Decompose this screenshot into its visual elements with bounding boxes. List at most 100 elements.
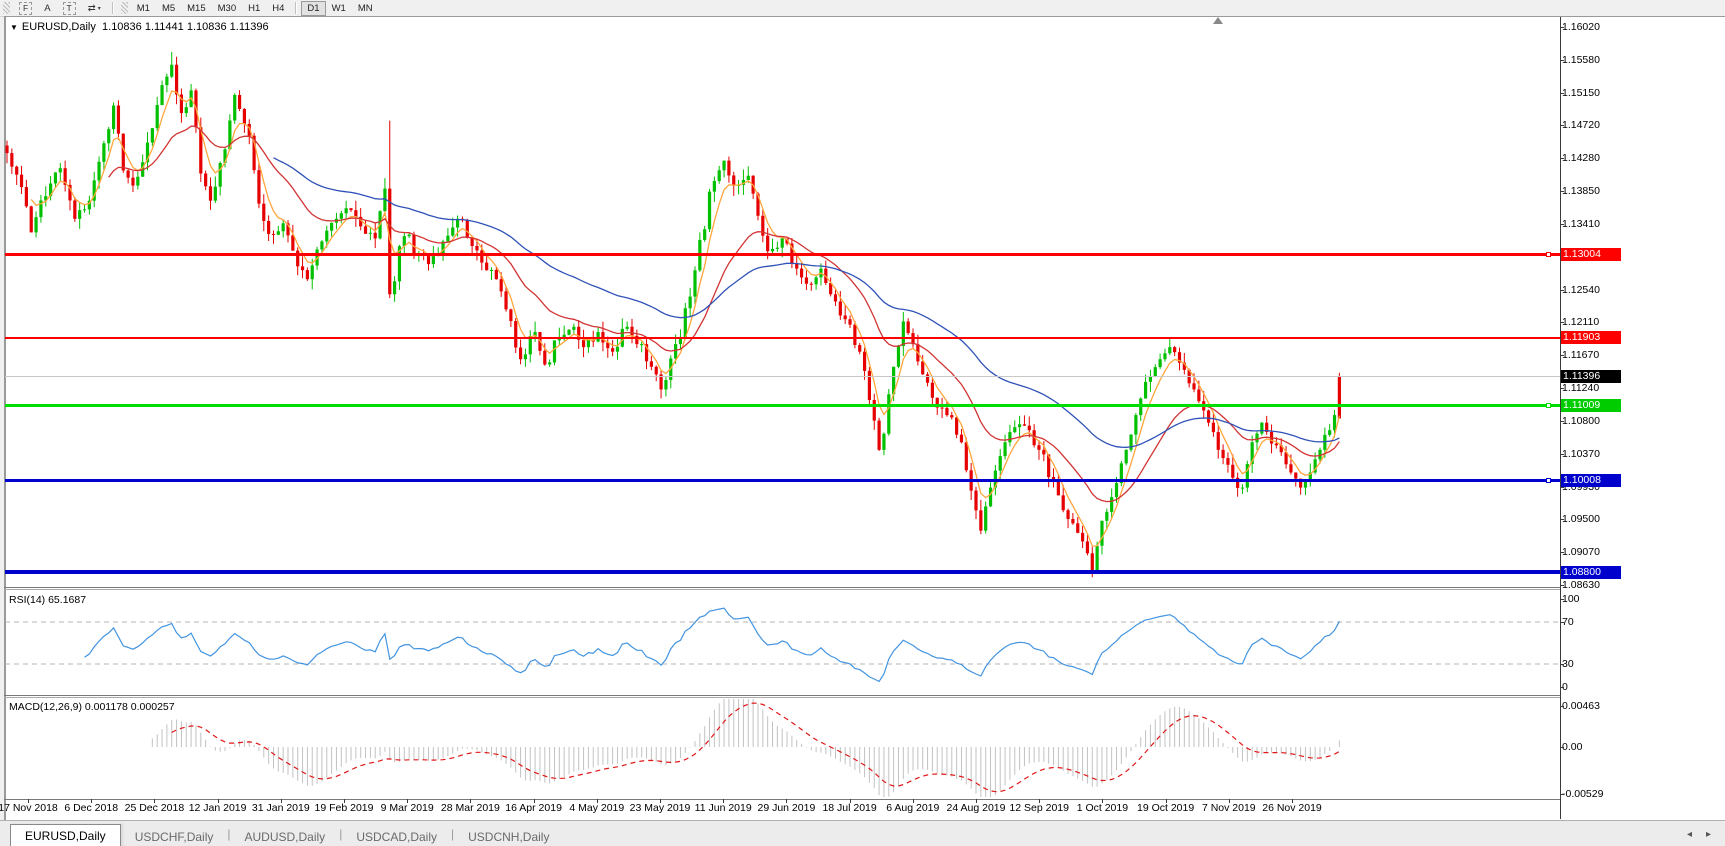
- hline-1.13004[interactable]: [5, 253, 1560, 256]
- date-label: 6 Dec 2018: [64, 802, 118, 814]
- arrows-dropdown-icon: ⇄: [88, 3, 96, 14]
- price-tick-label: 1.14720: [1562, 119, 1616, 131]
- macd-tick-label: 0.00: [1562, 741, 1616, 753]
- rsi-tick-label: 0: [1562, 681, 1616, 693]
- hline-handle-1.13004[interactable]: [1546, 252, 1551, 257]
- price-tick-label: 1.13410: [1562, 218, 1616, 230]
- text-a-icon: A: [44, 3, 50, 14]
- price-tick: [1560, 290, 1564, 291]
- price-tick-label: 1.13850: [1562, 185, 1616, 197]
- date-label: 28 Mar 2019: [441, 802, 500, 814]
- price-tick: [1560, 322, 1564, 323]
- rsi-tick: [1560, 599, 1564, 600]
- date-label: 9 Mar 2019: [381, 802, 434, 814]
- rsi-splitter[interactable]: [4, 587, 1560, 588]
- price-tick: [1560, 552, 1564, 553]
- date-label: 6 Aug 2019: [886, 802, 939, 814]
- arrows-dropdown-icon[interactable]: ⇄▾: [83, 1, 106, 15]
- fibo-box-icon: F: [19, 2, 32, 15]
- price-tick: [1560, 421, 1564, 422]
- price-label-1.08800: 1.08800: [1561, 566, 1621, 579]
- timeframe-h4[interactable]: H4: [266, 1, 290, 16]
- chart-title[interactable]: ▼EURUSD,Daily 1.10836 1.11441 1.10836 1.…: [10, 21, 269, 33]
- price-tick-label: 1.09500: [1562, 513, 1616, 525]
- hline-1.11396[interactable]: [5, 376, 1560, 377]
- macd-label: MACD(12,26,9) 0.001178 0.000257: [9, 701, 175, 713]
- macd-tick: [1560, 706, 1564, 707]
- fibo-box-icon[interactable]: F: [14, 1, 37, 15]
- chart-shift-marker[interactable]: [1213, 17, 1223, 24]
- rsi-tick: [1560, 687, 1564, 688]
- timeframe-mn[interactable]: MN: [352, 1, 379, 16]
- timeframe-m30[interactable]: M30: [212, 1, 242, 16]
- price-tick-label: 1.15580: [1562, 54, 1616, 66]
- rsi-panel[interactable]: [4, 590, 1560, 695]
- rsi-tick-label: 30: [1562, 658, 1616, 670]
- hline-handle-1.10008[interactable]: [1546, 478, 1551, 483]
- macd-panel[interactable]: [4, 698, 1560, 799]
- toolbar-grip[interactable]: [121, 2, 128, 14]
- tab-audusd[interactable]: AUDUSD,Daily: [231, 826, 340, 846]
- hline-handle-1.11009[interactable]: [1546, 403, 1551, 408]
- date-label: 23 May 2019: [630, 802, 691, 814]
- rsi-tick: [1560, 664, 1564, 665]
- hline-1.11009[interactable]: [5, 404, 1560, 407]
- price-tick: [1560, 27, 1564, 28]
- timeframe-m5[interactable]: M5: [156, 1, 181, 16]
- text-a-icon[interactable]: A: [39, 1, 55, 15]
- price-label-1.11396: 1.11396: [1561, 370, 1621, 383]
- tab-eurusd[interactable]: EURUSD,Daily: [10, 824, 121, 846]
- price-tick: [1560, 519, 1564, 520]
- timeframe-h1[interactable]: H1: [242, 1, 266, 16]
- hline-1.10008[interactable]: [5, 479, 1560, 482]
- date-label: 16 Apr 2019: [505, 802, 562, 814]
- toolbar-grip[interactable]: [3, 2, 10, 14]
- toolbar: F A T ⇄▾ M1M5M15M30H1H4 D1W1MN: [0, 0, 1725, 17]
- price-tick-label: 1.10370: [1562, 448, 1616, 460]
- macd-tick-label: 0.00463: [1562, 700, 1616, 712]
- price-tick: [1560, 191, 1564, 192]
- macd-tick: [1560, 747, 1564, 748]
- price-tick: [1560, 60, 1564, 61]
- date-label: 24 Aug 2019: [947, 802, 1006, 814]
- price-tick: [1560, 125, 1564, 126]
- price-tick-label: 1.08630: [1562, 579, 1616, 591]
- timeframe-m15[interactable]: M15: [181, 1, 211, 16]
- tab-scroll-left-icon[interactable]: ◂: [1687, 829, 1692, 840]
- macd-tick: [1560, 794, 1564, 795]
- date-axis-top-line: [4, 799, 1560, 800]
- timeframe-d1[interactable]: D1: [301, 1, 325, 16]
- text-box-icon: T: [63, 2, 76, 15]
- rsi-tick: [1560, 622, 1564, 623]
- timeframe-w1[interactable]: W1: [326, 1, 352, 16]
- tab-usdcad[interactable]: USDCAD,Daily: [342, 826, 451, 846]
- timeframe-m1[interactable]: M1: [131, 1, 156, 16]
- price-tick-label: 1.11670: [1562, 349, 1616, 361]
- date-label: 29 Jun 2019: [757, 802, 815, 814]
- price-tick: [1560, 224, 1564, 225]
- price-tick: [1560, 158, 1564, 159]
- tab-scroll-right-icon[interactable]: ▸: [1706, 829, 1711, 840]
- price-tick-label: 1.12110: [1562, 316, 1616, 328]
- price-label-1.11009: 1.11009: [1561, 399, 1621, 412]
- chart-tab-bar: EURUSD,DailyUSDCHF,Daily|AUDUSD,Daily|US…: [0, 820, 1725, 846]
- hline-1.11903[interactable]: [5, 337, 1560, 339]
- price-tick-label: 1.10800: [1562, 415, 1616, 427]
- symbol-period-label: EURUSD,Daily: [22, 21, 96, 33]
- price-tick-label: 1.15150: [1562, 87, 1616, 99]
- date-label: 17 Nov 2018: [0, 802, 58, 814]
- tab-usdcnh[interactable]: USDCNH,Daily: [454, 826, 563, 846]
- candlestick-chart[interactable]: [4, 16, 1560, 587]
- dropdown-caret-icon[interactable]: ▾: [98, 5, 101, 12]
- macd-tick-label: -0.00529: [1562, 788, 1616, 800]
- tab-usdchf[interactable]: USDCHF,Daily: [121, 826, 228, 846]
- hline-1.08800[interactable]: [5, 570, 1560, 574]
- date-label: 11 Jun 2019: [695, 802, 752, 814]
- date-label: 12 Sep 2019: [1009, 802, 1069, 814]
- macd-splitter[interactable]: [4, 695, 1560, 696]
- collapse-triangle-icon[interactable]: ▼: [10, 23, 18, 32]
- price-tick-label: 1.14280: [1562, 152, 1616, 164]
- text-box-icon[interactable]: T: [58, 1, 81, 15]
- price-tick-label: 1.09070: [1562, 546, 1616, 558]
- rsi-tick-label: 100: [1562, 593, 1616, 605]
